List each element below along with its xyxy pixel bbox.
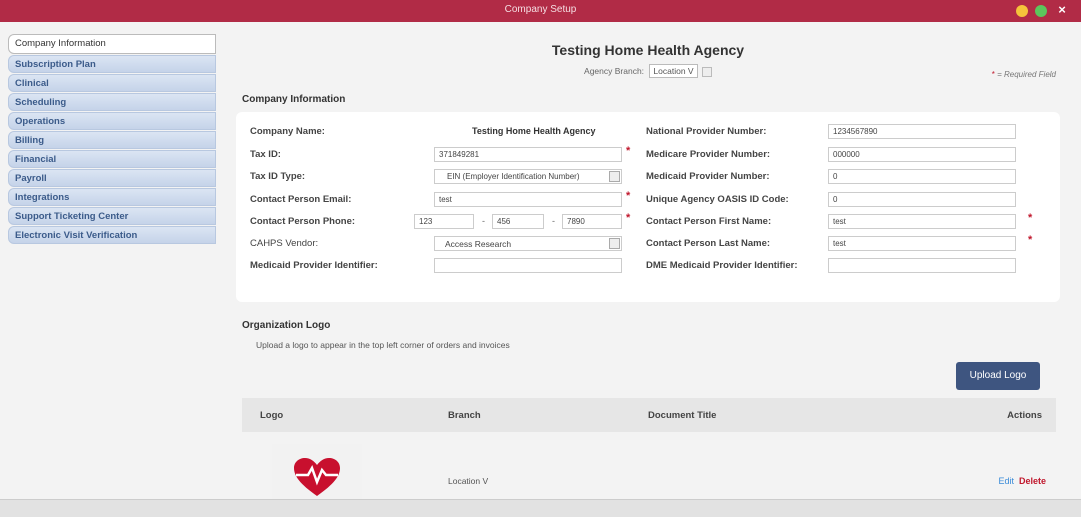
sidebar-item-scheduling[interactable]: Scheduling: [8, 93, 216, 111]
column-header-document-title: Document Title: [648, 410, 717, 421]
required-marker: *: [626, 212, 631, 224]
medicaid-provider-number-label: Medicaid Provider Number:: [646, 171, 770, 182]
chevron-down-icon[interactable]: [701, 66, 712, 77]
company-name-value: Testing Home Health Agency: [472, 126, 596, 136]
cahps-vendor-label: CAHPS Vendor:: [250, 238, 319, 249]
phone-dash: -: [482, 216, 485, 226]
agency-branch-label: Agency Branch:: [584, 66, 645, 76]
oasis-id-input[interactable]: 0: [828, 192, 1016, 207]
oasis-id-label: Unique Agency OASIS ID Code:: [646, 194, 789, 205]
sidebar: Company Information Subscription Plan Cl…: [8, 34, 216, 245]
dme-medicaid-provider-identifier-input[interactable]: [828, 258, 1016, 273]
delete-link[interactable]: Delete: [1019, 476, 1046, 486]
sidebar-item-subscription-plan[interactable]: Subscription Plan: [8, 55, 216, 73]
medicare-provider-number-input[interactable]: 000000: [828, 147, 1016, 162]
row-branch: Location V: [448, 476, 489, 486]
agency-branch-selector: Agency Branch: Location V: [222, 64, 1074, 78]
upload-logo-note: Upload a logo to appear in the top left …: [256, 340, 510, 350]
sidebar-item-electronic-visit-verification[interactable]: Electronic Visit Verification: [8, 226, 216, 244]
national-provider-number-label: National Provider Number:: [646, 126, 767, 137]
sidebar-item-operations[interactable]: Operations: [8, 112, 216, 130]
organization-logo-card: Upload a logo to appear in the top left …: [236, 326, 1060, 500]
close-icon[interactable]: ×: [1055, 3, 1069, 17]
tax-id-type-value: EIN (Employer Identification Number): [447, 172, 580, 181]
phone-line-input[interactable]: 7890: [562, 214, 622, 229]
logo-table-header: Logo Branch Document Title Actions: [242, 398, 1056, 432]
sidebar-item-company-information[interactable]: Company Information: [8, 34, 216, 54]
sidebar-item-support-ticketing-center[interactable]: Support Ticketing Center: [8, 207, 216, 225]
dme-medicaid-provider-identifier-label: DME Medicaid Provider Identifier:: [646, 260, 798, 271]
window-title: Company Setup: [504, 4, 577, 15]
contact-first-name-input[interactable]: test: [828, 214, 1016, 229]
heart-pulse-icon: [294, 458, 340, 496]
contact-email-label: Contact Person Email:: [250, 194, 352, 205]
sidebar-item-clinical[interactable]: Clinical: [8, 74, 216, 92]
status-bar: [0, 499, 1081, 517]
tax-id-input[interactable]: 371849281: [434, 147, 622, 162]
required-marker: *: [626, 145, 631, 157]
medicaid-provider-identifier-label: Medicaid Provider Identifier:: [250, 260, 378, 271]
company-information-card: Company Name: Testing Home Health Agency…: [236, 112, 1060, 302]
contact-phone-label: Contact Person Phone:: [250, 216, 356, 227]
edit-link[interactable]: Edit: [998, 476, 1014, 486]
contact-email-input[interactable]: test: [434, 192, 622, 207]
national-provider-number-input[interactable]: 1234567890: [828, 124, 1016, 139]
window-titlebar: Company Setup ×: [0, 0, 1081, 22]
tax-id-label: Tax ID:: [250, 149, 281, 160]
column-header-logo: Logo: [260, 410, 284, 421]
agency-name: Testing Home Health Agency: [551, 42, 745, 58]
phone-area-code-input[interactable]: 123: [414, 214, 474, 229]
logo-thumbnail: [272, 444, 362, 500]
required-marker: *: [626, 190, 631, 202]
sidebar-item-payroll[interactable]: Payroll: [8, 169, 216, 187]
medicaid-provider-identifier-input[interactable]: [434, 258, 622, 273]
tax-id-type-label: Tax ID Type:: [250, 171, 306, 182]
chevron-down-icon[interactable]: [609, 171, 620, 182]
phone-prefix-input[interactable]: 456: [492, 214, 544, 229]
contact-last-name-label: Contact Person Last Name:: [646, 238, 771, 249]
required-field-note: * = Required Field: [991, 70, 1056, 79]
sidebar-item-financial[interactable]: Financial: [8, 150, 216, 168]
cahps-vendor-value: Access Research: [445, 239, 512, 249]
sidebar-item-integrations[interactable]: Integrations: [8, 188, 216, 206]
column-header-actions: Actions: [1007, 410, 1042, 421]
minimize-icon[interactable]: [1016, 5, 1028, 17]
phone-dash: -: [552, 216, 555, 226]
upload-logo-button[interactable]: Upload Logo: [956, 362, 1040, 390]
contact-first-name-label: Contact Person First Name:: [646, 216, 772, 227]
required-marker: *: [1028, 234, 1033, 246]
required-marker: *: [1028, 212, 1033, 224]
main-panel: Testing Home Health Agency Agency Branch…: [222, 34, 1074, 500]
company-information-heading: Company Information: [242, 94, 346, 105]
chevron-down-icon[interactable]: [609, 238, 620, 249]
cahps-vendor-select[interactable]: Access Research: [434, 236, 622, 251]
tax-id-type-select[interactable]: EIN (Employer Identification Number): [434, 169, 622, 184]
medicaid-provider-number-input[interactable]: 0: [828, 169, 1016, 184]
maximize-icon[interactable]: [1035, 5, 1047, 17]
column-header-branch: Branch: [448, 410, 481, 421]
medicare-provider-number-label: Medicare Provider Number:: [646, 149, 771, 160]
company-name-label: Company Name:: [250, 126, 325, 137]
sidebar-item-billing[interactable]: Billing: [8, 131, 216, 149]
agency-branch-select[interactable]: Location V: [649, 64, 698, 78]
contact-last-name-input[interactable]: test: [828, 236, 1016, 251]
